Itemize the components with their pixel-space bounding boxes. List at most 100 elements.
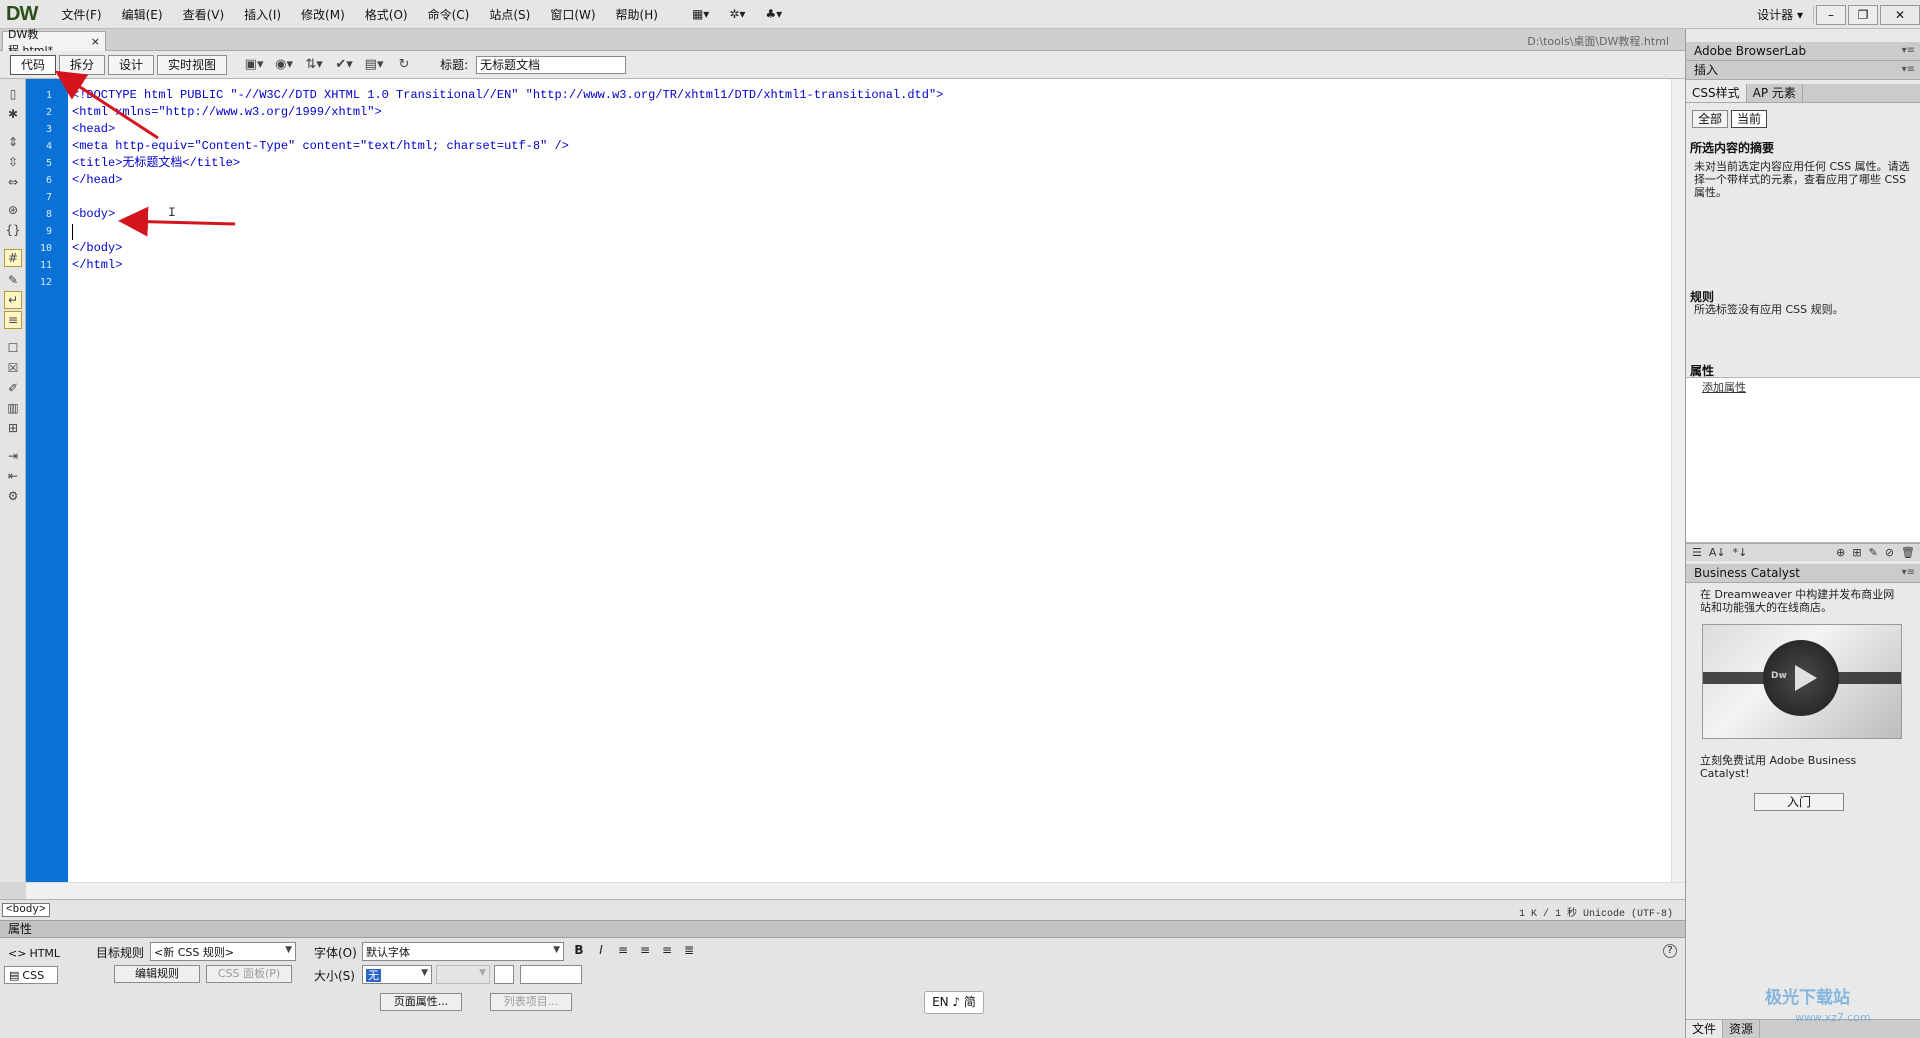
business-catalyst-video-thumbnail[interactable]: Dw xyxy=(1702,624,1902,739)
italic-icon[interactable]: I xyxy=(594,943,608,957)
css-mode-button[interactable]: ▤ CSS xyxy=(4,966,58,984)
select-parent-tag-icon[interactable]: ⊛ xyxy=(4,201,22,219)
menu-view[interactable]: 查看(V) xyxy=(173,6,235,23)
highlight-invalid-code-icon[interactable]: ✎ xyxy=(4,271,22,289)
menu-commands[interactable]: 命令(C) xyxy=(418,6,480,23)
extend-icon[interactable]: ✲▾ xyxy=(719,7,755,21)
tab-css-styles[interactable]: CSS样式 xyxy=(1686,84,1747,102)
move-css-icon[interactable]: ⊞ xyxy=(4,419,22,437)
menu-insert[interactable]: 插入(I) xyxy=(234,6,291,23)
check-page-icon[interactable]: ✔▾ xyxy=(332,55,356,75)
disable-css-icon[interactable]: ⊘ xyxy=(1885,546,1894,559)
expand-all-icon[interactable]: ⇔ xyxy=(4,173,22,191)
remove-comment-icon[interactable]: ☒ xyxy=(4,359,22,377)
open-documents-icon[interactable]: ▯ xyxy=(4,85,22,103)
indent-code-icon[interactable]: ⇥ xyxy=(4,447,22,465)
delete-css-icon[interactable]: 🗑 xyxy=(1901,546,1915,559)
current-mode-button[interactable]: 当前 xyxy=(1731,110,1768,128)
multiscreen-icon[interactable]: ▣▾ xyxy=(242,55,266,75)
bold-icon[interactable]: B xyxy=(572,943,586,957)
html-mode-button[interactable]: <> HTML xyxy=(4,944,60,962)
show-category-view-icon[interactable]: ☰ xyxy=(1692,546,1702,559)
preview-browser-icon[interactable]: ◉▾ xyxy=(272,55,296,75)
line-number: 10 xyxy=(39,243,52,254)
size-select[interactable]: 无 ▼ xyxy=(362,965,432,984)
word-wrap-icon[interactable]: ↵ xyxy=(4,291,22,309)
show-set-properties-icon[interactable]: *↓ xyxy=(1733,546,1748,559)
code-editor[interactable]: <!DOCTYPE html PUBLIC "-//W3C//DTD XHTML… xyxy=(68,79,1671,882)
menu-edit[interactable]: 编辑(E) xyxy=(112,6,173,23)
list-item-button[interactable]: 列表项目... xyxy=(490,993,572,1011)
vertical-scrollbar[interactable] xyxy=(1671,79,1685,882)
new-css-rule-icon[interactable]: ⊞ xyxy=(1852,546,1861,559)
restore-button[interactable]: ❐ xyxy=(1848,4,1878,25)
browserlab-panel-title[interactable]: Adobe BrowserLab ▾≡ xyxy=(1686,42,1920,61)
close-button[interactable]: ✕ xyxy=(1880,4,1920,25)
site-icon[interactable]: ♣▾ xyxy=(755,7,792,21)
collapse-tag-icon[interactable]: ⇕ xyxy=(4,133,22,151)
edit-rule-button[interactable]: 编辑规则 xyxy=(114,965,200,983)
design-view-button[interactable]: 设计 xyxy=(108,54,155,75)
add-attribute-link[interactable]: 添加属性 xyxy=(1702,379,1746,395)
align-left-icon[interactable]: ≡ xyxy=(616,943,630,957)
split-view-button[interactable]: 拆分 xyxy=(59,54,106,75)
align-center-icon[interactable]: ≡ xyxy=(638,943,652,957)
panel-menu-icon[interactable]: ▾≡ xyxy=(1902,61,1915,79)
css-panel-button[interactable]: CSS 面板(P) xyxy=(206,965,292,983)
tag-selector[interactable]: <body> xyxy=(2,903,50,917)
attach-stylesheet-icon[interactable]: ⊕ xyxy=(1836,546,1845,559)
tab-ap-elements[interactable]: AP 元素 xyxy=(1747,84,1803,102)
collapse-selection-icon[interactable]: ⇳ xyxy=(4,153,22,171)
menu-site[interactable]: 站点(S) xyxy=(479,6,540,23)
color-input[interactable] xyxy=(520,965,582,984)
size-unit-select[interactable]: ▼ xyxy=(436,965,490,984)
font-select[interactable]: 默认字体 ▼ xyxy=(362,942,564,961)
horizontal-scrollbar[interactable] xyxy=(26,882,1685,899)
show-alphabetical-view-icon[interactable]: A↓ xyxy=(1709,546,1726,559)
menu-modify[interactable]: 修改(M) xyxy=(291,6,355,23)
minimize-button[interactable]: – xyxy=(1816,4,1846,25)
menu-file[interactable]: 文件(F) xyxy=(51,6,111,23)
refresh-icon[interactable]: ↻ xyxy=(392,55,416,75)
apply-comment-icon[interactable]: ☐ xyxy=(4,339,22,357)
ime-indicator[interactable]: EN ♪ 简 xyxy=(924,991,984,1014)
line-number: 7 xyxy=(45,192,52,203)
format-source-icon[interactable]: ⚙ xyxy=(4,487,22,505)
workspace-switcher[interactable]: 设计器 ▾ xyxy=(1747,6,1814,23)
get-started-button[interactable]: 入门 xyxy=(1754,793,1844,811)
line-numbers-icon[interactable]: # xyxy=(4,249,22,267)
edit-style-icon[interactable]: ✎ xyxy=(1869,546,1878,559)
wrap-tag-icon[interactable]: ✐ xyxy=(4,379,22,397)
insert-panel-title[interactable]: 插入 ▾≡ xyxy=(1686,61,1920,80)
page-properties-button[interactable]: 页面属性... xyxy=(380,993,462,1011)
tab-assets[interactable]: 资源 xyxy=(1723,1020,1761,1038)
business-catalyst-panel-title[interactable]: Business Catalyst ▾≡ xyxy=(1686,564,1920,583)
color-picker[interactable] xyxy=(494,965,514,984)
document-tab[interactable]: DW教程.html* × xyxy=(2,28,106,57)
code-view-button[interactable]: 代码 xyxy=(10,54,57,75)
visual-aids-icon[interactable]: ▤▾ xyxy=(362,55,386,75)
menu-help[interactable]: 帮助(H) xyxy=(606,6,668,23)
layout-icon[interactable]: ▦▾ xyxy=(682,7,719,21)
live-view-button[interactable]: 实时视图 xyxy=(157,54,228,75)
recent-snippets-icon[interactable]: ▥ xyxy=(4,399,22,417)
target-rule-select[interactable]: <新 CSS 规则> ▼ xyxy=(150,942,296,961)
panel-menu-icon[interactable]: ▾≡ xyxy=(1902,42,1915,60)
align-justify-icon[interactable]: ≣ xyxy=(682,943,696,957)
menu-format[interactable]: 格式(O) xyxy=(355,6,418,23)
file-management-icon[interactable]: ⇅▾ xyxy=(302,55,326,75)
business-catalyst-text: 在 Dreamweaver 中构建并发布商业网站和功能强大的在线商店。 xyxy=(1700,588,1895,614)
menu-window[interactable]: 窗口(W) xyxy=(540,6,605,23)
show-code-navigator-icon[interactable]: ✱ xyxy=(4,105,22,123)
panel-menu-icon[interactable]: ▾≡ xyxy=(1902,564,1915,582)
title-input[interactable]: 无标题文档 xyxy=(476,55,627,74)
outdent-code-icon[interactable]: ⇤ xyxy=(4,467,22,485)
help-icon[interactable]: ? xyxy=(1663,944,1677,958)
tab-files[interactable]: 文件 xyxy=(1686,1020,1724,1038)
insert-label: 插入 xyxy=(1694,63,1719,77)
syntax-coloring-icon[interactable]: ≡ xyxy=(4,311,22,329)
balance-braces-icon[interactable]: {} xyxy=(4,221,22,239)
align-right-icon[interactable]: ≡ xyxy=(660,943,674,957)
close-tab-icon[interactable]: × xyxy=(91,35,100,48)
all-mode-button[interactable]: 全部 xyxy=(1692,110,1729,128)
